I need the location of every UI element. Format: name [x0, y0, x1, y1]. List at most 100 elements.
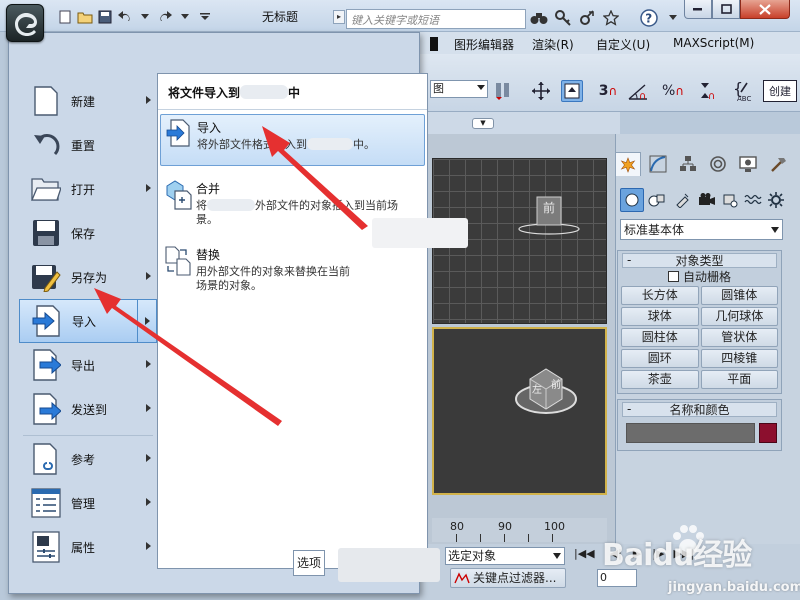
maximize-button[interactable] [712, 0, 740, 19]
menu-item-label: 重置 [71, 138, 96, 153]
submenu-item-description: 将外部文件格式导入到 中。 [197, 138, 412, 152]
new-document-icon [31, 85, 61, 117]
communication-center-icon[interactable] [578, 9, 596, 27]
menu-item-save[interactable]: 保存 [19, 211, 157, 255]
redo-dropdown-icon[interactable] [176, 8, 194, 26]
plane-button[interactable]: 平面 [700, 370, 778, 389]
motion-tab-icon[interactable] [705, 152, 731, 176]
name-color-title: 名称和颜色 [669, 403, 730, 417]
menu-item-save-as[interactable]: 另存为 [19, 255, 157, 299]
perspective-viewport[interactable]: 前 左 [432, 327, 607, 495]
menu-item-properties[interactable]: 属性 [19, 525, 157, 569]
spinner-snap-icon[interactable]: ∩ [696, 80, 718, 102]
undo-icon[interactable] [116, 8, 134, 26]
search-expand-button[interactable]: ▸ [333, 10, 345, 24]
cone-button[interactable]: 圆锥体 [700, 286, 778, 305]
redacted-region [372, 218, 468, 248]
key-filters-button[interactable]: 关键点过滤器... [450, 568, 566, 588]
box-button[interactable]: 长方体 [621, 286, 699, 305]
watermark-brand: Baidu经验 [602, 538, 752, 573]
pyramid-button[interactable]: 四棱锥 [700, 349, 778, 368]
reference-coordinate-dropdown[interactable]: 图 [430, 80, 488, 98]
close-button[interactable] [740, 0, 790, 19]
lights-category-icon[interactable] [670, 188, 694, 212]
reset-icon [31, 129, 61, 161]
keyboard-shortcut-override-icon[interactable] [561, 80, 583, 102]
primitive-buttons: 长方体 圆锥体 球体 几何球体 圆柱体 管状体 圆环 四棱锥 茶壶 平面 [618, 286, 781, 392]
pivot-icon[interactable] [492, 80, 514, 102]
menu-rendering[interactable]: 渲染(R) [532, 36, 574, 53]
customize-qat-icon[interactable] [196, 8, 214, 26]
menu-item-export[interactable]: 导出 [19, 343, 157, 387]
timeline-tick-label: 80 [450, 520, 464, 533]
help-icon[interactable]: ? [640, 9, 658, 27]
menu-item-new[interactable]: 新建 [19, 79, 157, 123]
geosphere-button[interactable]: 几何球体 [700, 307, 778, 326]
favorites-star-icon[interactable] [602, 9, 620, 27]
baidu-jingyan-watermark: Baidu经验 jingyan.baidu.com [602, 524, 800, 596]
submenu-item-import[interactable]: 导入 将外部文件格式导入到 中。 [160, 114, 425, 166]
percent-snap-icon[interactable]: % ∩ [662, 80, 684, 102]
menu-item-send-to[interactable]: 发送到 [19, 387, 157, 431]
menu-maxscript[interactable]: MAXScript(M) [673, 36, 754, 50]
object-name-field[interactable] [626, 423, 755, 443]
helpers-category-icon[interactable] [718, 188, 742, 212]
torus-button[interactable]: 圆环 [621, 349, 699, 368]
systems-category-icon[interactable] [764, 188, 788, 212]
options-button[interactable]: 选项 [293, 550, 325, 576]
menu-item-manage[interactable]: 管理 [19, 481, 157, 525]
menu-graph-editors[interactable]: 图形编辑器 [454, 36, 514, 53]
submenu-item-title: 替换 [196, 248, 221, 262]
teapot-button[interactable]: 茶壶 [621, 370, 699, 389]
undo-dropdown-icon[interactable] [136, 8, 154, 26]
object-color-swatch[interactable] [759, 423, 777, 443]
go-to-start-icon[interactable]: |◀◀ [574, 547, 595, 560]
object-type-rollout-header[interactable]: - 对象类型 [622, 253, 777, 268]
create-selection-set[interactable]: 创建 [763, 80, 797, 102]
sphere-button[interactable]: 球体 [621, 307, 699, 326]
save-icon[interactable] [96, 8, 114, 26]
menu-item-reference[interactable]: 参考 [19, 437, 157, 481]
cylinder-button[interactable]: 圆柱体 [621, 328, 699, 347]
modify-tab-icon[interactable] [645, 152, 671, 176]
redo-icon[interactable] [156, 8, 174, 26]
hierarchy-tab-icon[interactable] [675, 152, 701, 176]
key-icon[interactable] [554, 9, 572, 27]
display-tab-icon[interactable] [735, 152, 761, 176]
binoculars-icon[interactable] [530, 9, 548, 27]
new-file-icon[interactable] [56, 8, 74, 26]
help-dropdown-icon[interactable] [664, 9, 682, 27]
menu-customize[interactable]: 自定义(U) [596, 36, 650, 53]
cameras-category-icon[interactable] [695, 188, 719, 212]
create-tab-icon[interactable] [615, 152, 641, 176]
angle-snap-icon[interactable]: ∩ [627, 80, 649, 102]
ribbon-expand-icon[interactable]: ▼ [472, 118, 494, 129]
autogrid-checkbox[interactable]: 自动栅格 [618, 268, 781, 286]
shapes-category-icon[interactable] [645, 188, 669, 212]
application-button[interactable] [6, 4, 44, 42]
geometry-category-dropdown[interactable]: 标准基本体 [620, 219, 783, 240]
menu-item-open[interactable]: 打开 [19, 167, 157, 211]
menu-item-reset[interactable]: 重置 [19, 123, 157, 167]
timeline-ruler[interactable]: 80 90 100 [432, 518, 607, 542]
open-folder-icon[interactable] [76, 8, 94, 26]
menu-item-label: 参考 [71, 452, 96, 467]
select-manipulate-icon[interactable] [530, 80, 552, 102]
spacewarps-category-icon[interactable] [741, 188, 765, 212]
search-input[interactable]: 键入关键字或短语 [346, 9, 526, 29]
description-text: 用外部文件的对象来替换在当前 [196, 265, 350, 278]
selection-dropdown[interactable]: 选定对象 [445, 547, 565, 565]
quick-access-toolbar [56, 8, 214, 26]
tube-button[interactable]: 管状体 [700, 328, 778, 347]
geometry-category-icon[interactable] [620, 188, 644, 212]
reference-coordinate-value: 图 [433, 82, 444, 95]
snaps-toggle-icon[interactable]: 3 ∩ [597, 80, 619, 102]
redacted-region [307, 138, 353, 150]
menu-item-import[interactable]: 导入 [19, 299, 157, 343]
name-color-rollout-header[interactable]: - 名称和颜色 [622, 402, 777, 417]
utilities-tab-icon[interactable] [765, 152, 791, 176]
edit-named-selection-icon[interactable]: {ABC [733, 80, 755, 102]
minimize-button[interactable] [684, 0, 712, 19]
submenu-item-replace[interactable]: 替换 用外部文件的对象来替换在当前 场景的对象。 [160, 242, 425, 298]
timeline-tick [528, 534, 529, 542]
